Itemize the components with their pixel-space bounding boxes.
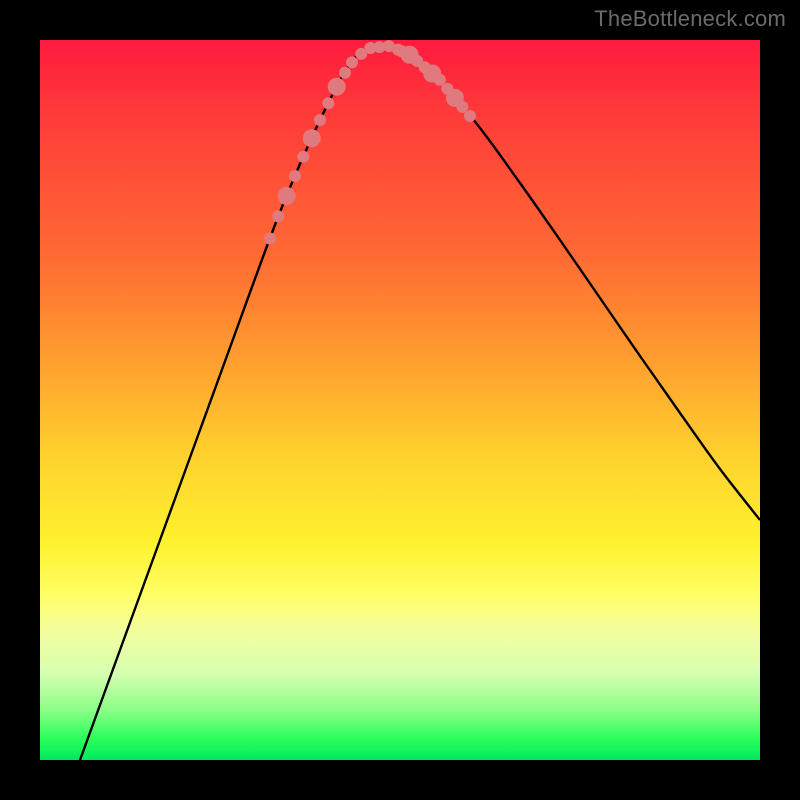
- bead: [392, 44, 404, 56]
- bead: [346, 56, 358, 68]
- bead: [297, 151, 309, 163]
- bead: [278, 187, 296, 205]
- bead: [272, 210, 284, 222]
- curve-beads: [264, 40, 476, 244]
- plot-area: [40, 40, 760, 760]
- bead: [322, 97, 334, 109]
- chart-frame: TheBottleneck.com: [0, 0, 800, 800]
- bead: [314, 114, 326, 126]
- watermark-text: TheBottleneck.com: [594, 6, 786, 32]
- bead: [264, 233, 276, 245]
- v-curve-path: [80, 46, 760, 760]
- bead: [464, 110, 476, 122]
- curve-layer: [40, 40, 760, 760]
- bead: [289, 170, 301, 182]
- bead: [328, 78, 346, 96]
- bead: [303, 129, 321, 147]
- bead: [339, 67, 351, 79]
